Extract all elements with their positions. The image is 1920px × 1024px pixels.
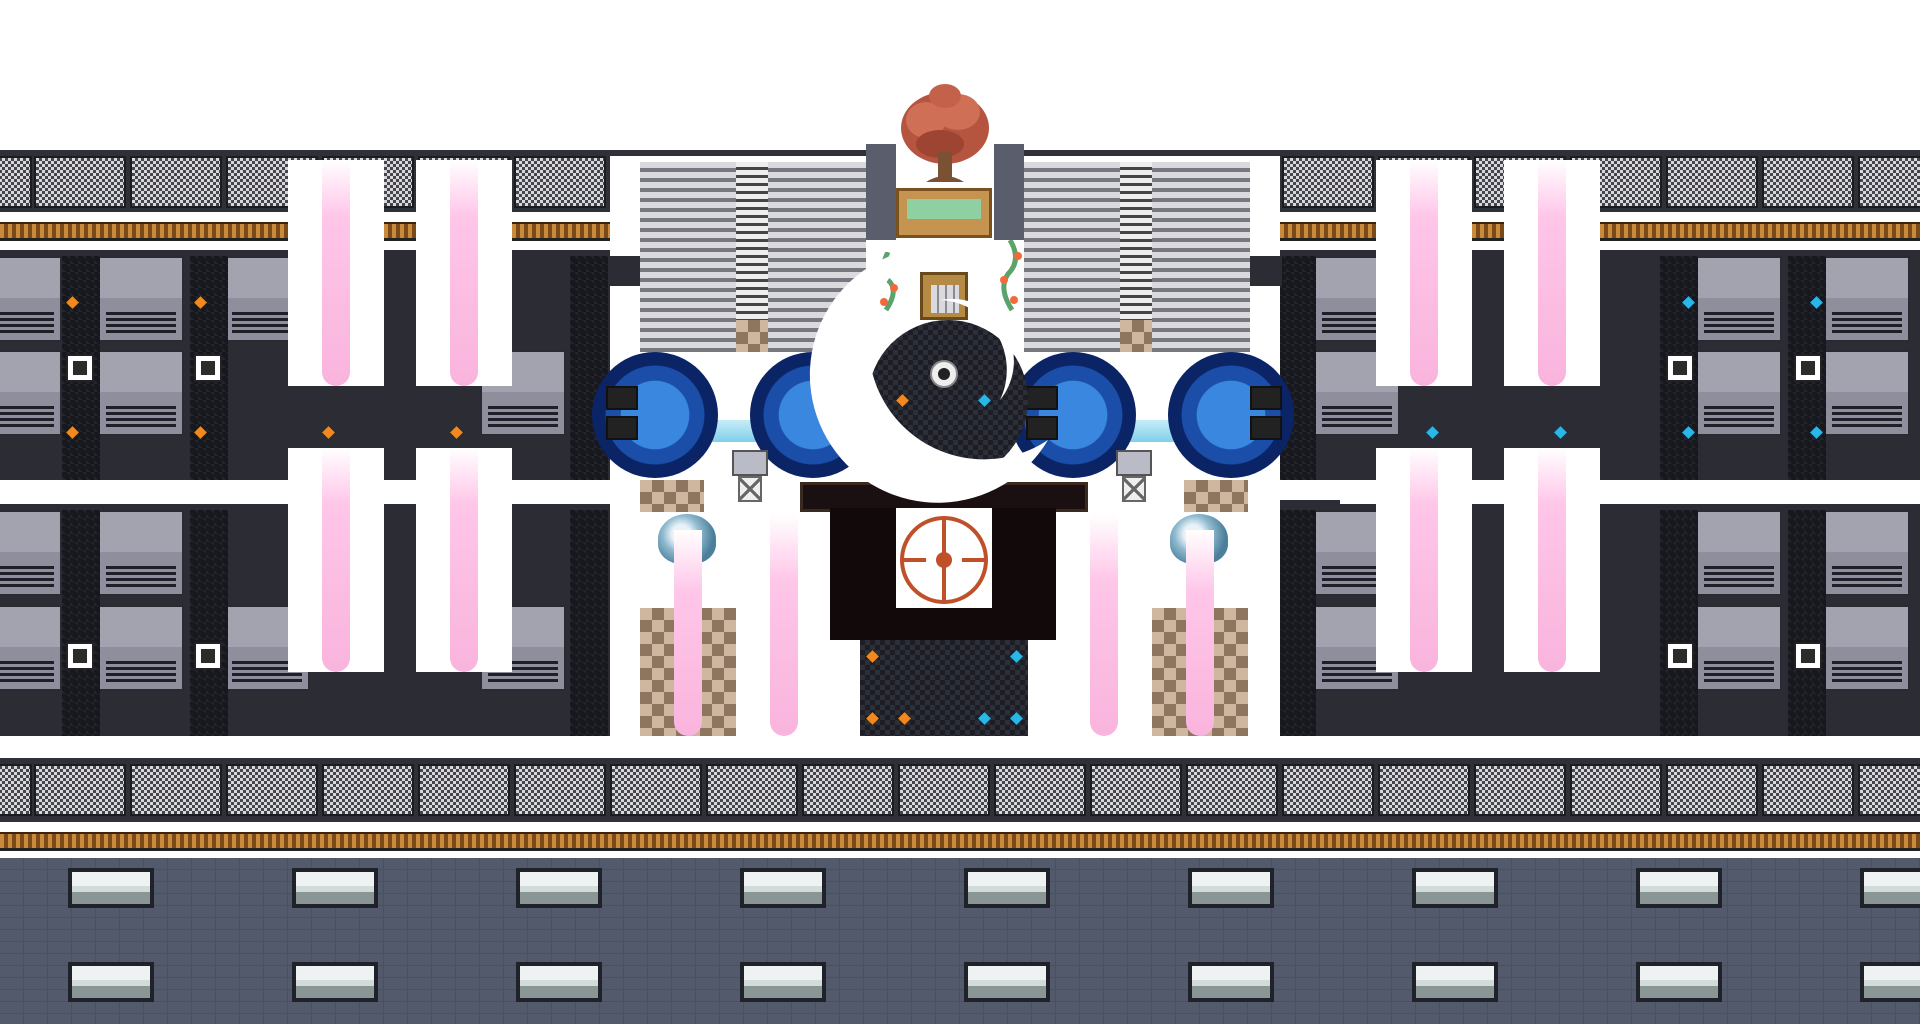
turbine-clamp <box>1250 416 1282 440</box>
window <box>1860 868 1920 908</box>
dark-column <box>1660 510 1698 736</box>
window <box>68 962 154 1002</box>
wall-segment <box>1250 256 1282 286</box>
autumn-tree-icon <box>901 84 989 182</box>
wall-socket <box>194 642 222 670</box>
wall-socket <box>1794 354 1822 382</box>
crescent-moon-icon <box>809 248 1048 503</box>
stairs <box>640 162 740 352</box>
pink-light-pillar <box>288 448 384 672</box>
building-wall <box>0 858 1920 1024</box>
pink-light-beam <box>1090 514 1118 736</box>
window <box>1636 868 1722 908</box>
server-rack <box>0 510 62 596</box>
wall-socket <box>1666 354 1694 382</box>
window <box>1412 868 1498 908</box>
server-rack <box>1824 350 1910 436</box>
dark-column <box>190 510 228 736</box>
window <box>516 962 602 1002</box>
ladder[interactable] <box>736 162 768 322</box>
floor-tile <box>736 320 768 352</box>
server-rack <box>1696 350 1782 436</box>
planter-box <box>896 188 992 238</box>
pink-light-pillar <box>416 448 512 672</box>
server-rack <box>1824 510 1910 596</box>
turbine-clamp <box>606 416 638 440</box>
wall-socket <box>66 354 94 382</box>
pink-light-beam <box>1186 530 1214 736</box>
floor-tile <box>1184 480 1248 512</box>
window <box>292 868 378 908</box>
target-emblem-icon <box>900 516 988 604</box>
dark-column <box>62 510 100 736</box>
pink-light-pillar <box>1504 160 1600 386</box>
pink-light-pillar <box>1376 160 1472 386</box>
window <box>1860 962 1920 1002</box>
floor-tile <box>1120 320 1152 352</box>
pink-light-beam <box>674 530 702 736</box>
pink-light-pillar <box>288 160 384 386</box>
pink-light-pillar <box>416 160 512 386</box>
window <box>964 962 1050 1002</box>
window <box>1188 868 1274 908</box>
eye-icon <box>930 360 958 388</box>
wall-socket <box>194 354 222 382</box>
window <box>964 868 1050 908</box>
window <box>292 962 378 1002</box>
server-rack <box>1696 510 1782 596</box>
server-rack <box>0 605 62 691</box>
window <box>1412 962 1498 1002</box>
server-rack <box>0 256 62 342</box>
wall-socket <box>1666 642 1694 670</box>
bottom-railing <box>0 758 1920 822</box>
server-rack <box>98 256 184 342</box>
pink-light-pillar <box>1504 448 1600 672</box>
server-rack <box>1696 256 1782 342</box>
pink-light-beam <box>770 514 798 736</box>
window <box>1188 962 1274 1002</box>
floor-tile <box>640 480 704 512</box>
wall-socket <box>1794 642 1822 670</box>
turbine-clamp <box>1250 386 1282 410</box>
window <box>740 868 826 908</box>
stairs <box>1150 162 1250 352</box>
wall-socket <box>66 642 94 670</box>
server-rack <box>0 350 62 436</box>
window <box>1636 962 1722 1002</box>
server-rack <box>1696 605 1782 691</box>
dark-column <box>1788 510 1826 736</box>
window <box>516 868 602 908</box>
lamp-post <box>1116 450 1152 506</box>
turbine-clamp <box>606 386 638 410</box>
window <box>740 962 826 1002</box>
server-rack <box>98 510 184 596</box>
server-rack <box>98 605 184 691</box>
dark-column <box>570 510 608 736</box>
window <box>68 868 154 908</box>
blue-turbine <box>592 352 718 478</box>
ladder[interactable] <box>1120 162 1152 322</box>
pod-floor <box>860 640 1028 736</box>
dark-column <box>1278 510 1316 736</box>
game-map <box>0 0 1920 1024</box>
server-rack <box>98 350 184 436</box>
blue-turbine <box>1168 352 1294 478</box>
server-rack <box>1824 605 1910 691</box>
lamp-post <box>732 450 768 506</box>
pink-light-pillar <box>1376 448 1472 672</box>
wall-segment <box>608 256 640 286</box>
bottom-orange-rail <box>0 832 1920 851</box>
server-rack <box>1824 256 1910 342</box>
